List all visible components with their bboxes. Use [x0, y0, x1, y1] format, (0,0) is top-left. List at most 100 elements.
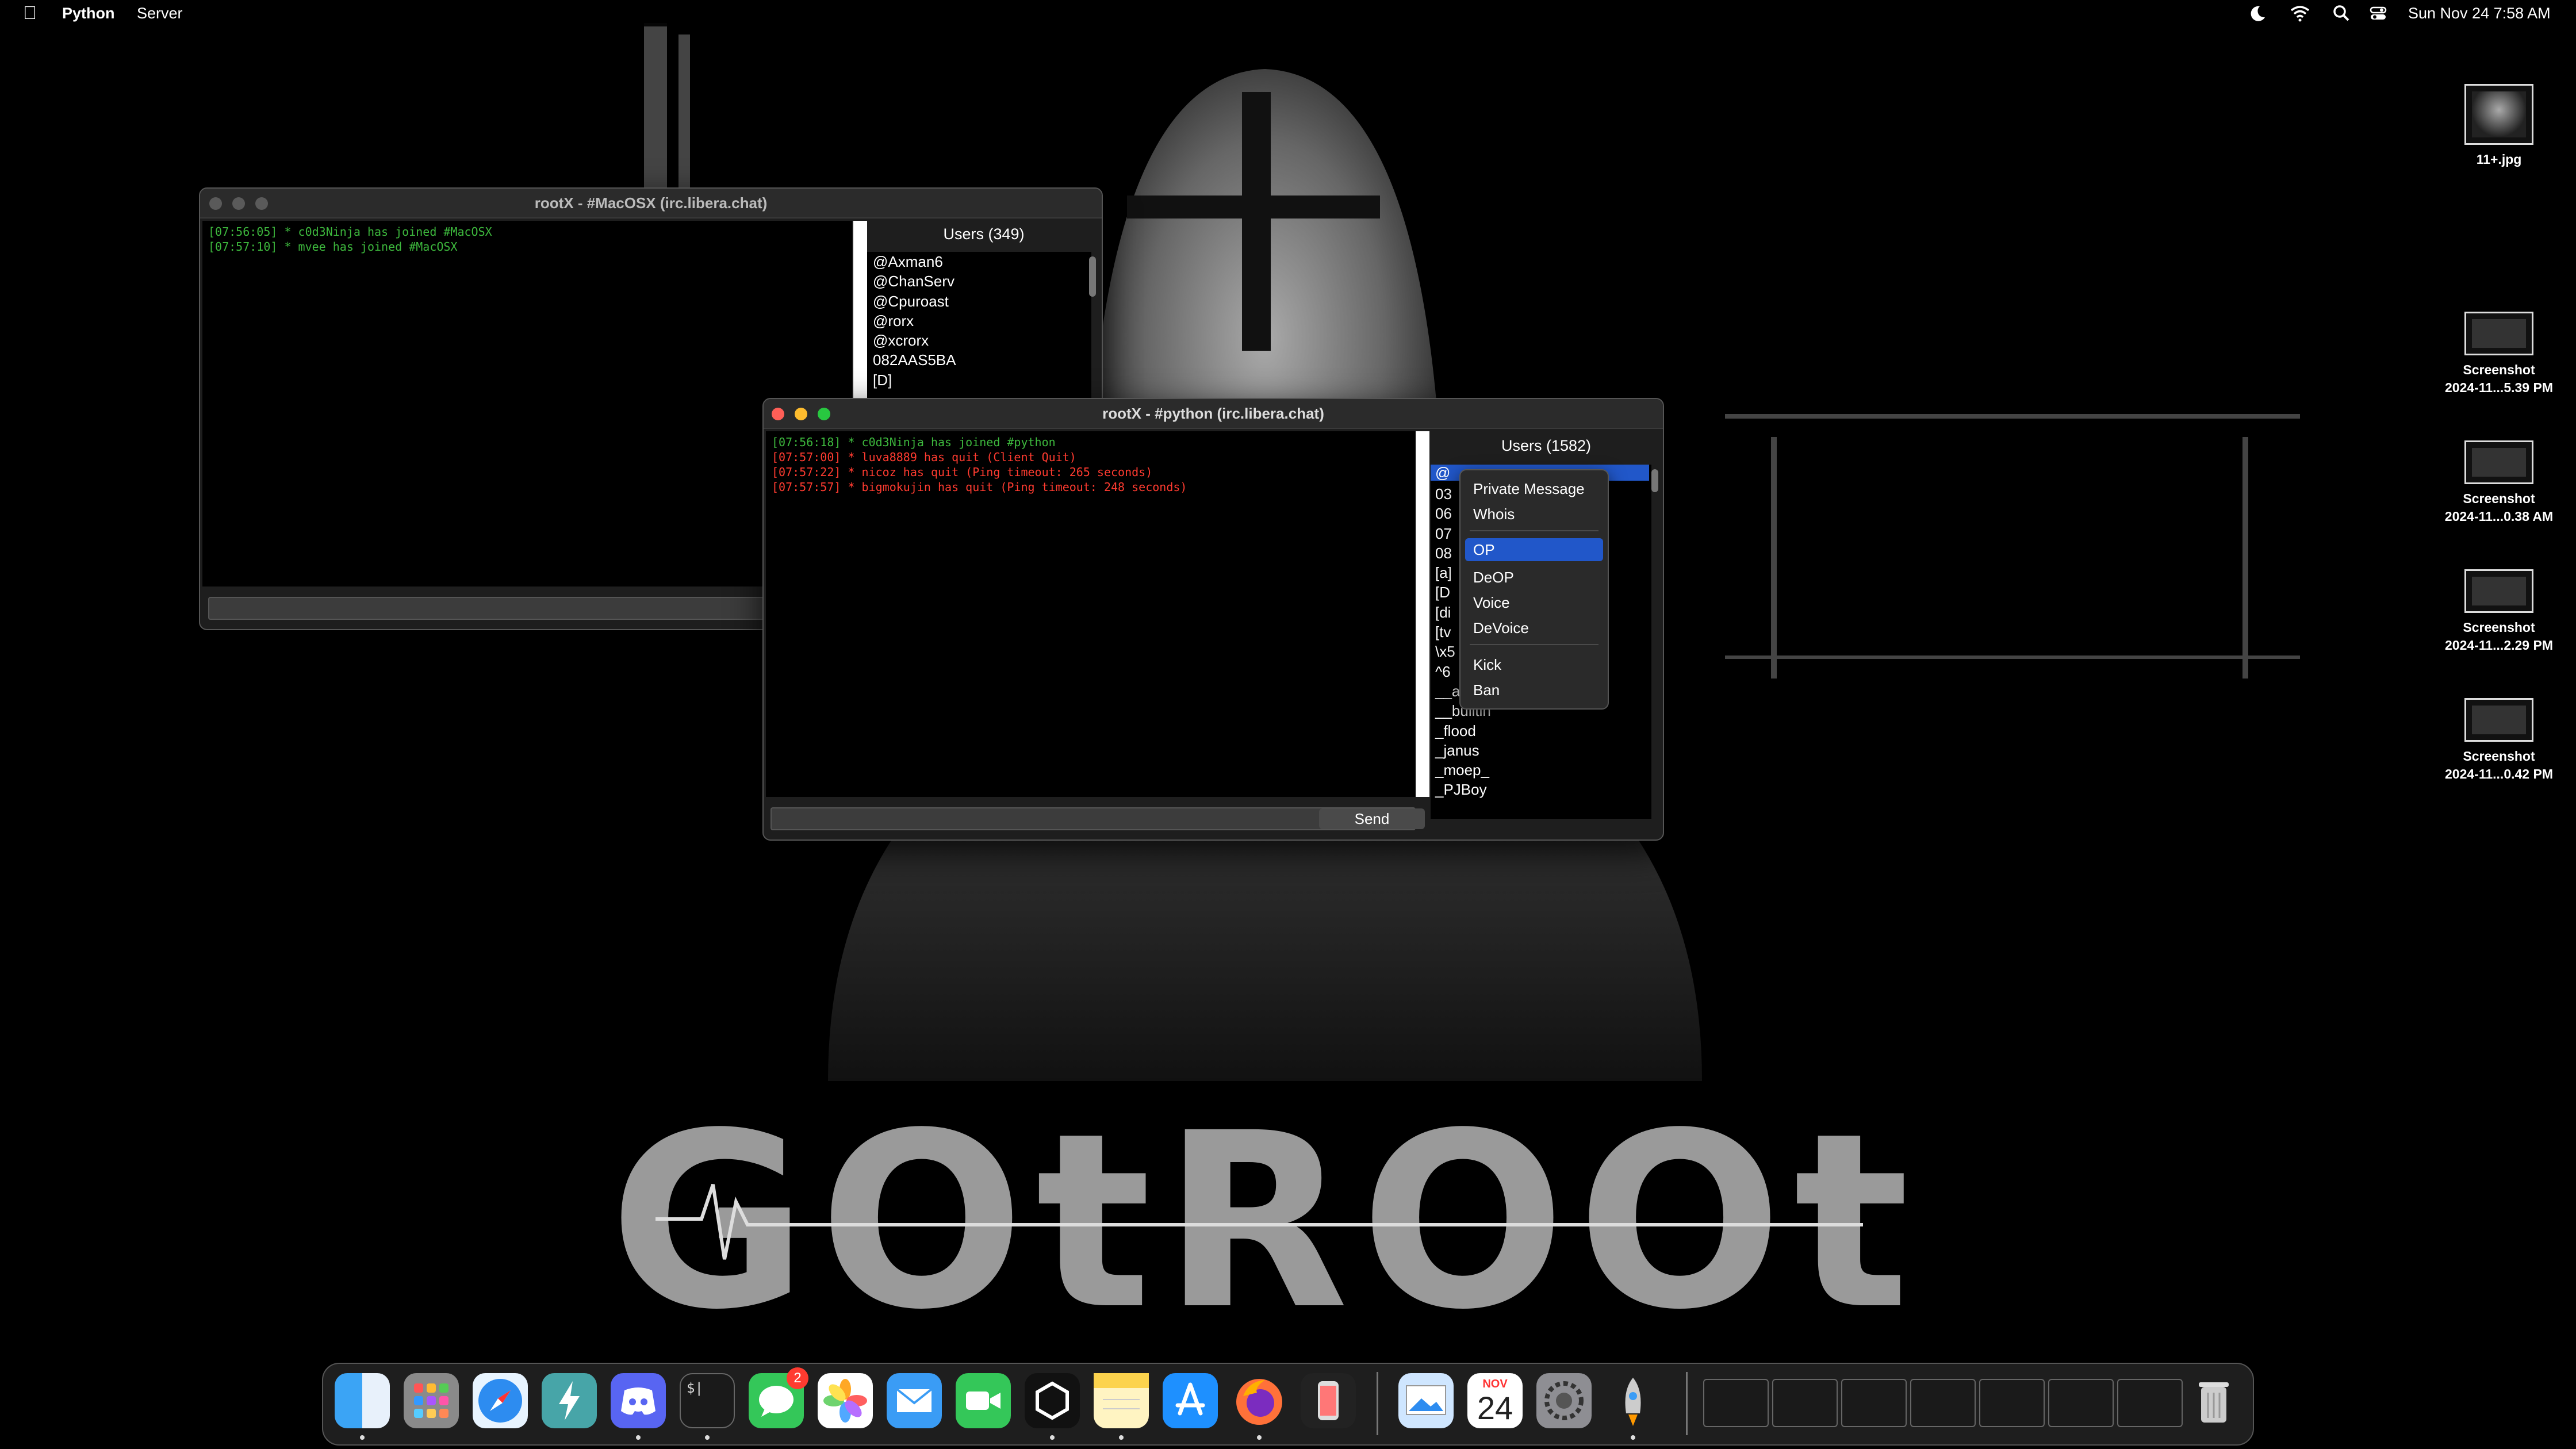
dock-separator	[1377, 1372, 1378, 1435]
notes-icon[interactable]	[1094, 1373, 1149, 1428]
close-button[interactable]	[772, 408, 784, 420]
close-button[interactable]	[209, 197, 222, 210]
electron-icon[interactable]	[542, 1373, 597, 1428]
users-scrollbar[interactable]	[1651, 469, 1658, 492]
user-item[interactable]: @ChanServ	[873, 271, 1091, 291]
minimized-window[interactable]	[2117, 1379, 2183, 1427]
menu-server[interactable]: Server	[137, 5, 183, 22]
pane-divider[interactable]	[1416, 431, 1429, 797]
file-name: Screenshot	[2463, 749, 2535, 764]
photos-icon[interactable]	[818, 1373, 873, 1428]
menu-item-kick[interactable]: Kick	[1462, 653, 1607, 676]
desktop-file-screenshot[interactable]: Screenshot 2024-11...0.38 AM	[2430, 440, 2568, 526]
menu-item-ban[interactable]: Ban	[1462, 678, 1607, 702]
screenshot-thumbnail	[2464, 698, 2533, 742]
menubar-clock[interactable]: Sun Nov 24 7:58 AM	[2408, 5, 2551, 22]
chat-log[interactable]: [07:56:18] * c0d3Ninja has joined #pytho…	[766, 431, 1416, 797]
image-thumbnail	[2464, 84, 2533, 145]
log-line: [07:57:10] * mvee has joined #MacOSX	[208, 240, 458, 254]
control-center-icon[interactable]	[2368, 3, 2389, 23]
desktop-file-11-jpg[interactable]: 11+.jpg	[2430, 84, 2568, 168]
minimized-window[interactable]	[1841, 1379, 1907, 1427]
desktop-file-screenshot[interactable]: Screenshot 2024-11...5.39 PM	[2430, 312, 2568, 397]
menu-item-voice[interactable]: Voice	[1462, 591, 1607, 614]
message-input[interactable]	[208, 597, 848, 620]
user-context-menu[interactable]: Private Message Whois OP DeOP Voice DeVo…	[1459, 469, 1609, 710]
window-titlebar[interactable]: rootX - #python (irc.libera.chat)	[764, 399, 1663, 429]
desktop-file-screenshot[interactable]: Screenshot 2024-11...2.29 PM	[2430, 569, 2568, 654]
system-settings-icon[interactable]	[1536, 1373, 1592, 1428]
preview-icon[interactable]	[1398, 1373, 1454, 1428]
running-indicator	[1050, 1435, 1055, 1440]
menu-item-deop[interactable]: DeOP	[1462, 566, 1607, 589]
user-item[interactable]: @rorx	[873, 311, 1091, 331]
screenshot-thumbnail	[2464, 440, 2533, 484]
facetime-icon[interactable]	[956, 1373, 1011, 1428]
file-name: Screenshot	[2463, 362, 2535, 377]
users-scrollbar[interactable]	[1089, 256, 1096, 297]
user-item[interactable]: @Cpuroast	[873, 292, 1091, 311]
user-item[interactable]: _moep_	[1435, 760, 1651, 780]
user-item[interactable]: 082AAS5BA	[873, 350, 1091, 370]
safari-icon[interactable]	[473, 1373, 528, 1428]
log-line: [07:56:05] * c0d3Ninja has joined #MacOS…	[208, 225, 492, 239]
mail-icon[interactable]	[887, 1373, 942, 1428]
running-indicator	[1119, 1435, 1124, 1440]
user-item[interactable]: _flood	[1435, 721, 1651, 741]
menu-item-private-message[interactable]: Private Message	[1462, 477, 1607, 500]
file-name-detail: 2024-11...2.29 PM	[2445, 638, 2553, 653]
user-item[interactable]: @xcrorx	[873, 331, 1091, 350]
calendar-day: 24	[1477, 1390, 1513, 1426]
menu-item-whois[interactable]: Whois	[1462, 503, 1607, 526]
spotlight-icon[interactable]	[2331, 3, 2352, 23]
dark-mode-icon[interactable]	[2247, 3, 2268, 23]
log-line-join: [07:56:18] * c0d3Ninja has joined #pytho…	[772, 435, 1056, 449]
unity-icon[interactable]	[1025, 1373, 1080, 1428]
finder-icon[interactable]	[335, 1373, 390, 1428]
messages-badge: 2	[787, 1367, 808, 1389]
chat-log[interactable]: [07:56:05] * c0d3Ninja has joined #MacOS…	[202, 221, 852, 586]
minimized-window[interactable]	[2048, 1379, 2114, 1427]
zoom-button[interactable]	[818, 408, 830, 420]
screenshot-thumbnail	[2464, 569, 2533, 613]
user-item[interactable]: _PJBoy	[1435, 780, 1651, 799]
minimize-button[interactable]	[232, 197, 245, 210]
running-indicator	[1257, 1435, 1262, 1440]
calendar-icon[interactable]: NOV 24	[1467, 1373, 1523, 1428]
send-button[interactable]: Send	[1319, 808, 1425, 829]
user-item[interactable]: @Axman6	[873, 252, 1091, 271]
user-item[interactable]: [D]	[873, 370, 1091, 390]
iphone-mirroring-icon[interactable]	[1301, 1373, 1356, 1428]
running-indicator	[705, 1435, 710, 1440]
minimized-window[interactable]	[1979, 1379, 2045, 1427]
log-line-quit: [07:57:57] * bigmokujin has quit (Ping t…	[772, 480, 1187, 494]
wifi-icon[interactable]	[2290, 3, 2310, 23]
trash-icon[interactable]	[2186, 1373, 2241, 1428]
log-line-quit: [07:57:00] * luva8889 has quit (Client Q…	[772, 450, 1076, 464]
apple-menu-icon[interactable]: 	[23, 2, 37, 24]
firefox-icon[interactable]	[1232, 1373, 1287, 1428]
minimized-window[interactable]	[1772, 1379, 1838, 1427]
zoom-button[interactable]	[255, 197, 268, 210]
launchpad-icon[interactable]	[404, 1373, 459, 1428]
file-name: Screenshot	[2463, 620, 2535, 635]
minimize-button[interactable]	[795, 408, 807, 420]
rocket-icon[interactable]	[1605, 1373, 1661, 1428]
file-name-detail: 2024-11...5.39 PM	[2445, 380, 2553, 395]
window-titlebar[interactable]: rootX - #MacOSX (irc.libera.chat)	[200, 189, 1102, 218]
menu-divider	[1470, 644, 1598, 645]
file-name-detail: 2024-11...0.42 PM	[2445, 766, 2553, 781]
discord-icon[interactable]	[611, 1373, 666, 1428]
app-menu-python[interactable]: Python	[62, 5, 115, 22]
minimized-window[interactable]	[1703, 1379, 1769, 1427]
svg-text:GOtROOt: GOtROOt	[610, 1082, 1921, 1363]
terminal-icon[interactable]: $|	[680, 1373, 735, 1428]
menu-item-devoice[interactable]: DeVoice	[1462, 616, 1607, 639]
desktop-file-screenshot[interactable]: Screenshot 2024-11...0.42 PM	[2430, 698, 2568, 783]
users-count-header: Users (1582)	[1501, 437, 1592, 454]
file-name: 11+.jpg	[2476, 152, 2522, 167]
app-store-icon[interactable]	[1163, 1373, 1218, 1428]
menu-item-op[interactable]: OP	[1465, 538, 1603, 561]
minimized-window[interactable]	[1910, 1379, 1976, 1427]
user-item[interactable]: _janus	[1435, 741, 1651, 760]
